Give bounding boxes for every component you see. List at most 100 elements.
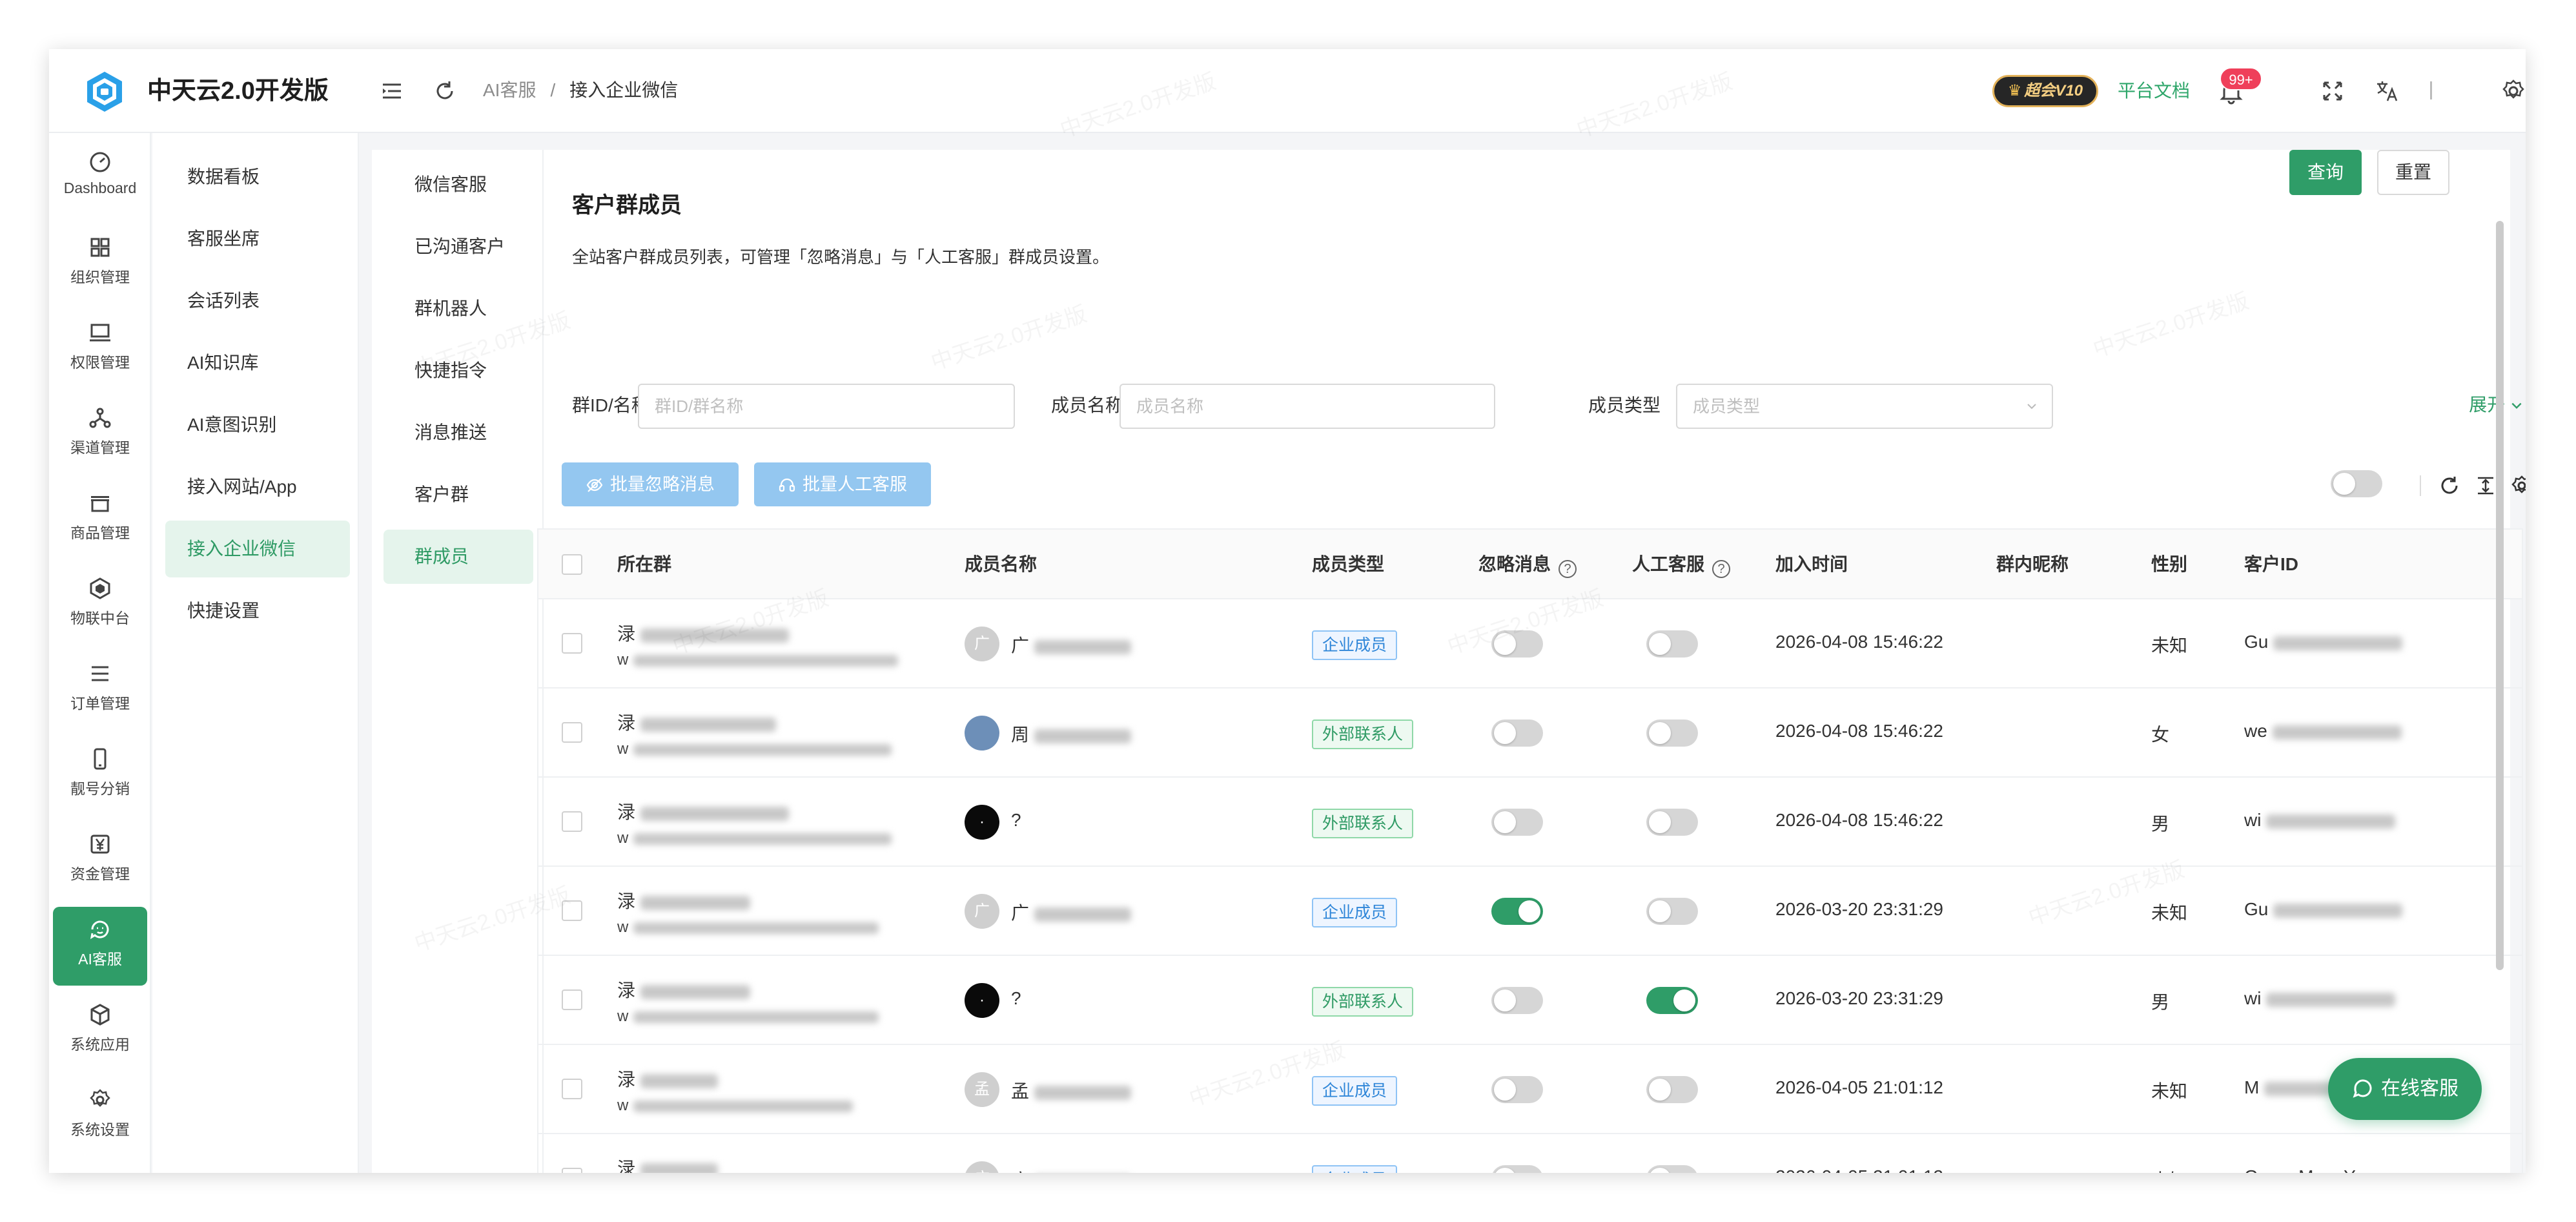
rail-item-permission[interactable]: 权限管理 [53, 310, 147, 389]
row-checkbox[interactable] [562, 1168, 582, 1173]
group-id-cell: w [617, 740, 892, 758]
fullscreen-icon[interactable] [2319, 78, 2346, 105]
group-name: 渌 [617, 1070, 636, 1090]
tab-message-push[interactable]: 消息推送 [383, 406, 533, 460]
rail-item-dashboard[interactable]: Dashboard [53, 140, 147, 218]
member-type-tag: 企业成员 [1312, 1165, 1398, 1173]
rail-item-org[interactable]: 组织管理 [53, 225, 147, 304]
rail-item-channel[interactable]: 渠道管理 [53, 395, 147, 474]
submenu-item-shortcut[interactable]: 快捷设置 [165, 583, 350, 639]
breadcrumb-parent[interactable]: AI客服 [483, 80, 536, 100]
ignore-message-toggle[interactable] [1491, 809, 1543, 836]
batch-ignore-button[interactable]: 批量忽略消息 [562, 462, 739, 506]
submenu-item-web-app[interactable]: 接入网站/App [165, 459, 350, 515]
join-time: 2026-04-05 21:01:12 [1775, 1166, 1943, 1173]
batch-manual-label: 批量人工客服 [802, 475, 907, 494]
vertical-scrollbar[interactable] [2496, 221, 2504, 970]
table-row: 渌 w 广广 企业成员 2026-03-20 23:31:29 未知 Gu [538, 867, 2522, 956]
rail-item-product[interactable]: 商品管理 [53, 481, 147, 559]
ignore-message-toggle[interactable] [1491, 630, 1543, 658]
redacted-text [1034, 639, 1132, 654]
table-header: 所在群 成员名称 成员类型 忽略消息? 人工客服? 加入时间 群内昵称 性别 客… [538, 530, 2522, 599]
row-checkbox[interactable] [562, 633, 582, 654]
reload-icon[interactable] [2438, 474, 2461, 497]
batch-manual-button[interactable]: 批量人工客服 [754, 462, 931, 506]
display-toggle[interactable] [2331, 470, 2382, 497]
select-all-checkbox[interactable] [562, 554, 582, 575]
platform-docs-link[interactable]: 平台文档 [2118, 78, 2190, 105]
manual-service-toggle[interactable] [1646, 1076, 1698, 1103]
manual-service-toggle[interactable] [1646, 1165, 1698, 1173]
rail-item-ai-service[interactable]: AI客服 [53, 907, 147, 986]
vip-badge[interactable]: ♛ 超会V10 [1992, 75, 2098, 107]
ignore-message-toggle[interactable] [1491, 1165, 1543, 1173]
rail-item-label: 商品管理 [70, 524, 130, 541]
expand-button[interactable]: 展开 [2462, 384, 2526, 429]
top-bar: 中天云2.0开发版 AI客服 / 接入企业微信 ♛ 超会V10 平台文档 99+ [49, 49, 2526, 133]
submenu-item-wecom[interactable]: 接入企业微信 [165, 521, 350, 577]
online-service-label: 在线客服 [2381, 1078, 2458, 1099]
query-button[interactable]: 查询 [2289, 150, 2362, 195]
rail-item-iot[interactable]: 物联中台 [53, 566, 147, 645]
help-icon[interactable]: ? [1712, 560, 1731, 578]
online-service-button[interactable]: 在线客服 [2328, 1058, 2482, 1120]
type-filter-select[interactable]: 成员类型 [1676, 384, 2053, 429]
row-checkbox[interactable] [562, 722, 582, 743]
menu-fold-icon[interactable] [378, 78, 405, 105]
submenu-item-intent[interactable]: AI意图识别 [165, 397, 350, 453]
manual-service-toggle[interactable] [1646, 720, 1698, 747]
yen-icon [90, 834, 110, 854]
tab-shortcut-command[interactable]: 快捷指令 [383, 344, 533, 398]
manual-service-toggle[interactable] [1646, 630, 1698, 658]
reset-button[interactable]: 重置 [2377, 150, 2449, 195]
manual-service-toggle[interactable] [1646, 809, 1698, 836]
group-id: w [617, 918, 629, 936]
row-checkbox[interactable] [562, 811, 582, 832]
tab-column: 微信客服 已沟通客户 群机器人 快捷指令 消息推送 客户群 群成员 [372, 150, 544, 1173]
rail-item-number[interactable]: 靓号分销 [53, 736, 147, 815]
group-filter-input[interactable] [638, 384, 1015, 429]
content-area: 客户群成员 全站客户群成员列表，可管理「忽略消息」与「人工客服」群成员设置。 群… [537, 150, 2526, 1173]
rail-item-funds[interactable]: 资金管理 [53, 822, 147, 900]
column-settings-icon[interactable] [2510, 474, 2526, 497]
group-name: 渌 [617, 624, 636, 644]
submenu-item-agents[interactable]: 客服坐席 [165, 211, 350, 267]
page-description: 全站客户群成员列表，可管理「忽略消息」与「人工客服」群成员设置。 [572, 247, 1110, 267]
group-id: w [617, 829, 629, 847]
translate-icon[interactable] [2373, 78, 2400, 105]
avatar: 广 [965, 627, 999, 661]
tab-wechat-service[interactable]: 微信客服 [383, 158, 533, 212]
row-checkbox[interactable] [562, 900, 582, 921]
column-header-group: 所在群 [617, 554, 672, 574]
tab-group-members[interactable]: 群成员 [383, 530, 533, 584]
member-filter-input[interactable] [1119, 384, 1495, 429]
manual-service-toggle[interactable] [1646, 987, 1698, 1014]
rail-item-apps[interactable]: 系统应用 [53, 992, 147, 1071]
ignore-message-toggle[interactable] [1491, 1076, 1543, 1103]
gender: 未知 [2151, 1081, 2188, 1101]
submenu-item-knowledge[interactable]: AI知识库 [165, 335, 350, 391]
column-header-nickname: 群内昵称 [1996, 554, 2069, 574]
manual-service-toggle[interactable] [1646, 898, 1698, 925]
ignore-message-toggle[interactable] [1491, 987, 1543, 1014]
rail-item-orders[interactable]: 订单管理 [53, 651, 147, 730]
column-height-icon[interactable] [2474, 474, 2497, 497]
group-id: w [617, 651, 629, 668]
members-table: 所在群 成员名称 成员类型 忽略消息? 人工客服? 加入时间 群内昵称 性别 客… [537, 528, 2523, 1173]
tab-customer-group[interactable]: 客户群 [383, 468, 533, 522]
submenu-item-dashboard[interactable]: 数据看板 [165, 149, 350, 205]
settings-gear-icon[interactable] [2500, 78, 2526, 105]
redacted-text [640, 806, 790, 821]
tab-group-robot[interactable]: 群机器人 [383, 282, 533, 336]
ignore-message-toggle[interactable] [1491, 720, 1543, 747]
submenu-item-sessions[interactable]: 会话列表 [165, 273, 350, 329]
refresh-icon[interactable] [431, 78, 458, 105]
redacted-text [633, 654, 899, 667]
tab-contacted-customers[interactable]: 已沟通客户 [383, 220, 533, 274]
avatar: 孟 [965, 1072, 999, 1107]
rail-item-settings[interactable]: 系统设置 [53, 1077, 147, 1156]
help-icon[interactable]: ? [1559, 560, 1577, 578]
ignore-message-toggle[interactable] [1491, 898, 1543, 925]
row-checkbox[interactable] [562, 989, 582, 1010]
row-checkbox[interactable] [562, 1079, 582, 1099]
